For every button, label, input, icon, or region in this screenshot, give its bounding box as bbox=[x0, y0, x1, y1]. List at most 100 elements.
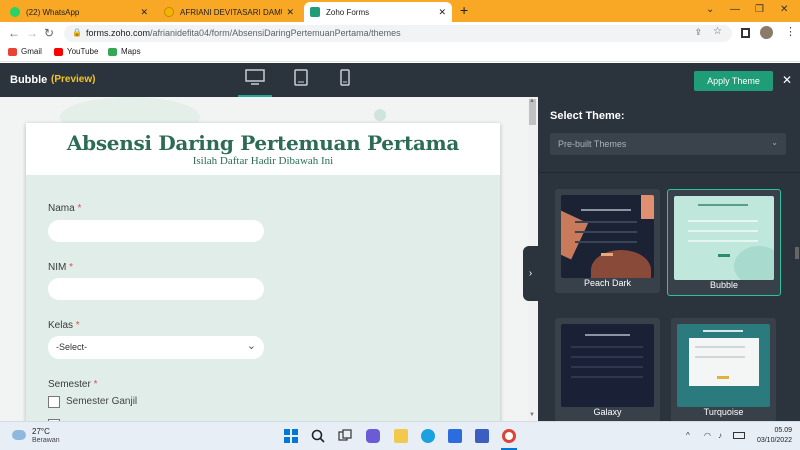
minimize-button[interactable]: — bbox=[730, 4, 740, 15]
apply-theme-button[interactable]: Apply Theme bbox=[694, 71, 773, 91]
windows-taskbar: 27°C Berawan ^ ◠ ♪ 05.09 03/10/2022 bbox=[0, 421, 800, 450]
file-explorer-icon[interactable] bbox=[394, 429, 408, 443]
bookmark-label: Gmail bbox=[21, 47, 42, 56]
task-view-icon[interactable] bbox=[338, 429, 352, 443]
semester-ganjil-checkbox[interactable] bbox=[48, 396, 60, 408]
address-bar[interactable]: 🔒 forms.zoho.com/afrianidefita04/form/Ab… bbox=[64, 25, 732, 42]
field-label-semester: Semester * bbox=[48, 379, 98, 390]
clock-date[interactable]: 03/10/2022 bbox=[752, 437, 792, 444]
maps-icon bbox=[108, 47, 117, 56]
search-icon[interactable] bbox=[311, 429, 325, 443]
semester-option-label: Semester Ganjil bbox=[66, 396, 138, 407]
close-window-button[interactable]: ✕ bbox=[780, 4, 788, 15]
kelas-select-value: -Select- bbox=[56, 342, 88, 352]
panel-scrollbar-thumb[interactable] bbox=[795, 247, 799, 259]
zoho-forms-icon bbox=[310, 7, 320, 17]
mobile-view-button[interactable] bbox=[328, 69, 362, 97]
youtube-icon bbox=[54, 47, 63, 56]
clock-time[interactable]: 05.09 bbox=[758, 427, 792, 434]
tablet-view-button[interactable] bbox=[284, 69, 318, 97]
chevron-down-icon: ⌄ bbox=[246, 340, 256, 352]
weather-temperature[interactable]: 27°C bbox=[32, 427, 50, 436]
bookmark-label: YouTube bbox=[67, 47, 99, 56]
gmail-icon bbox=[8, 47, 17, 56]
theme-card-bubble[interactable]: Bubble bbox=[667, 189, 781, 296]
reload-icon[interactable]: ↻ bbox=[44, 26, 54, 40]
wifi-icon[interactable]: ◠ bbox=[704, 431, 711, 440]
teams-chat-icon[interactable] bbox=[366, 429, 380, 443]
theme-category-dropdown[interactable]: Pre-built Themes ⌄ bbox=[550, 133, 786, 155]
profile-avatar[interactable] bbox=[760, 26, 773, 39]
scroll-up-arrow-icon[interactable]: ▲ bbox=[529, 98, 535, 104]
theme-thumbnail bbox=[674, 196, 774, 280]
collapse-panel-button[interactable]: › bbox=[523, 246, 538, 301]
bookmark-star-icon[interactable]: ☆ bbox=[713, 26, 722, 37]
microsoft-store-icon[interactable] bbox=[448, 429, 462, 443]
side-panel-icon[interactable] bbox=[741, 28, 750, 38]
windows-start-icon[interactable] bbox=[284, 429, 298, 443]
nim-input[interactable] bbox=[48, 278, 264, 300]
new-tab-button[interactable]: + bbox=[460, 2, 468, 18]
bookmark-gmail[interactable]: Gmail bbox=[8, 47, 42, 56]
kelas-select[interactable]: -Select- ⌄ bbox=[48, 336, 264, 359]
more-menu-icon[interactable]: ⋮ bbox=[785, 25, 796, 38]
theme-panel: Select Theme: Pre-built Themes ⌄ Peach D… bbox=[538, 97, 800, 422]
browser-tab-strip: (22) WhatsApp ✕ AFRIANI DEVITASARI DAMUL… bbox=[0, 0, 800, 22]
close-icon[interactable]: ✕ bbox=[782, 73, 792, 87]
forward-arrow-icon[interactable]: → bbox=[26, 26, 38, 40]
theme-title: Bubble bbox=[10, 74, 48, 86]
restore-button[interactable]: ❐ bbox=[755, 4, 764, 15]
bookmark-maps[interactable]: Maps bbox=[108, 47, 141, 56]
desktop-view-button[interactable] bbox=[238, 69, 272, 97]
theme-name: Peach Dark bbox=[583, 278, 632, 288]
dropdown-value: Pre-built Themes bbox=[558, 139, 627, 149]
theme-card-turquoise[interactable]: Turquoise bbox=[671, 318, 776, 422]
desktop-icon bbox=[245, 69, 265, 85]
theme-name: Bubble bbox=[709, 280, 739, 290]
form-subtitle: Isilah Daftar Hadir Dibawah Ini bbox=[192, 155, 334, 167]
tab-whatsapp[interactable]: (22) WhatsApp ✕ bbox=[4, 2, 154, 22]
nama-input[interactable] bbox=[48, 220, 264, 242]
tab-search-icon[interactable]: ⌄ bbox=[706, 4, 714, 15]
lock-icon: 🔒 bbox=[72, 28, 82, 37]
bubble-decoration bbox=[374, 109, 386, 121]
battery-icon[interactable] bbox=[733, 432, 745, 439]
close-tab-icon[interactable]: ✕ bbox=[286, 7, 294, 18]
tab-slides[interactable]: AFRIANI DEVITASARI DAMULAWAN ✕ bbox=[158, 2, 300, 22]
chevron-down-icon: ⌄ bbox=[771, 138, 778, 147]
form-header: Absensi Daring Pertemuan Pertama Isilah … bbox=[26, 123, 500, 175]
show-hidden-icons[interactable]: ^ bbox=[686, 431, 690, 440]
theme-card-peach-dark[interactable]: Peach Dark bbox=[555, 189, 660, 293]
theme-card-galaxy[interactable]: Galaxy bbox=[555, 318, 660, 422]
divider bbox=[538, 172, 800, 173]
field-label-kelas: Kelas * bbox=[48, 320, 80, 331]
app-icon[interactable] bbox=[475, 429, 489, 443]
form-preview-area: Absensi Daring Pertemuan Pertama Isilah … bbox=[0, 97, 538, 421]
tab-zoho-forms[interactable]: Zoho Forms ✕ bbox=[304, 2, 452, 22]
google-slides-icon bbox=[164, 7, 174, 17]
back-arrow-icon[interactable]: ← bbox=[8, 26, 20, 40]
url-host: forms.zoho.com bbox=[86, 28, 151, 38]
theme-name: Galaxy bbox=[593, 407, 622, 417]
preview-label: (Preview) bbox=[51, 74, 96, 85]
whatsapp-icon bbox=[10, 7, 20, 17]
bookmarks-bar: Gmail YouTube Maps bbox=[0, 44, 800, 62]
chrome-icon[interactable] bbox=[502, 429, 516, 443]
close-tab-icon[interactable]: ✕ bbox=[140, 7, 148, 18]
form-card: Absensi Daring Pertemuan Pertama Isilah … bbox=[26, 123, 500, 421]
cloud-icon[interactable] bbox=[12, 430, 26, 440]
close-tab-icon[interactable]: ✕ bbox=[438, 7, 446, 18]
weather-description[interactable]: Berawan bbox=[32, 437, 60, 444]
url-path: /afrianidefita04/form/AbsensiDaringPerte… bbox=[150, 28, 401, 38]
share-icon[interactable]: ⇪ bbox=[694, 27, 702, 38]
form-title: Absensi Daring Pertemuan Pertama bbox=[66, 131, 460, 155]
bookmark-label: Maps bbox=[121, 47, 141, 56]
edge-browser-icon[interactable] bbox=[421, 429, 435, 443]
tab-label: AFRIANI DEVITASARI DAMULAWAN bbox=[180, 7, 282, 17]
browser-toolbar: ← → ↻ 🔒 forms.zoho.com/afrianidefita04/f… bbox=[0, 22, 800, 44]
speaker-icon[interactable]: ♪ bbox=[718, 431, 722, 440]
theme-name: Turquoise bbox=[703, 407, 744, 417]
theme-editor-header: Bubble (Preview) Apply Theme ✕ bbox=[0, 63, 800, 97]
scroll-down-arrow-icon[interactable]: ▼ bbox=[529, 412, 535, 418]
bookmark-youtube[interactable]: YouTube bbox=[54, 47, 98, 56]
